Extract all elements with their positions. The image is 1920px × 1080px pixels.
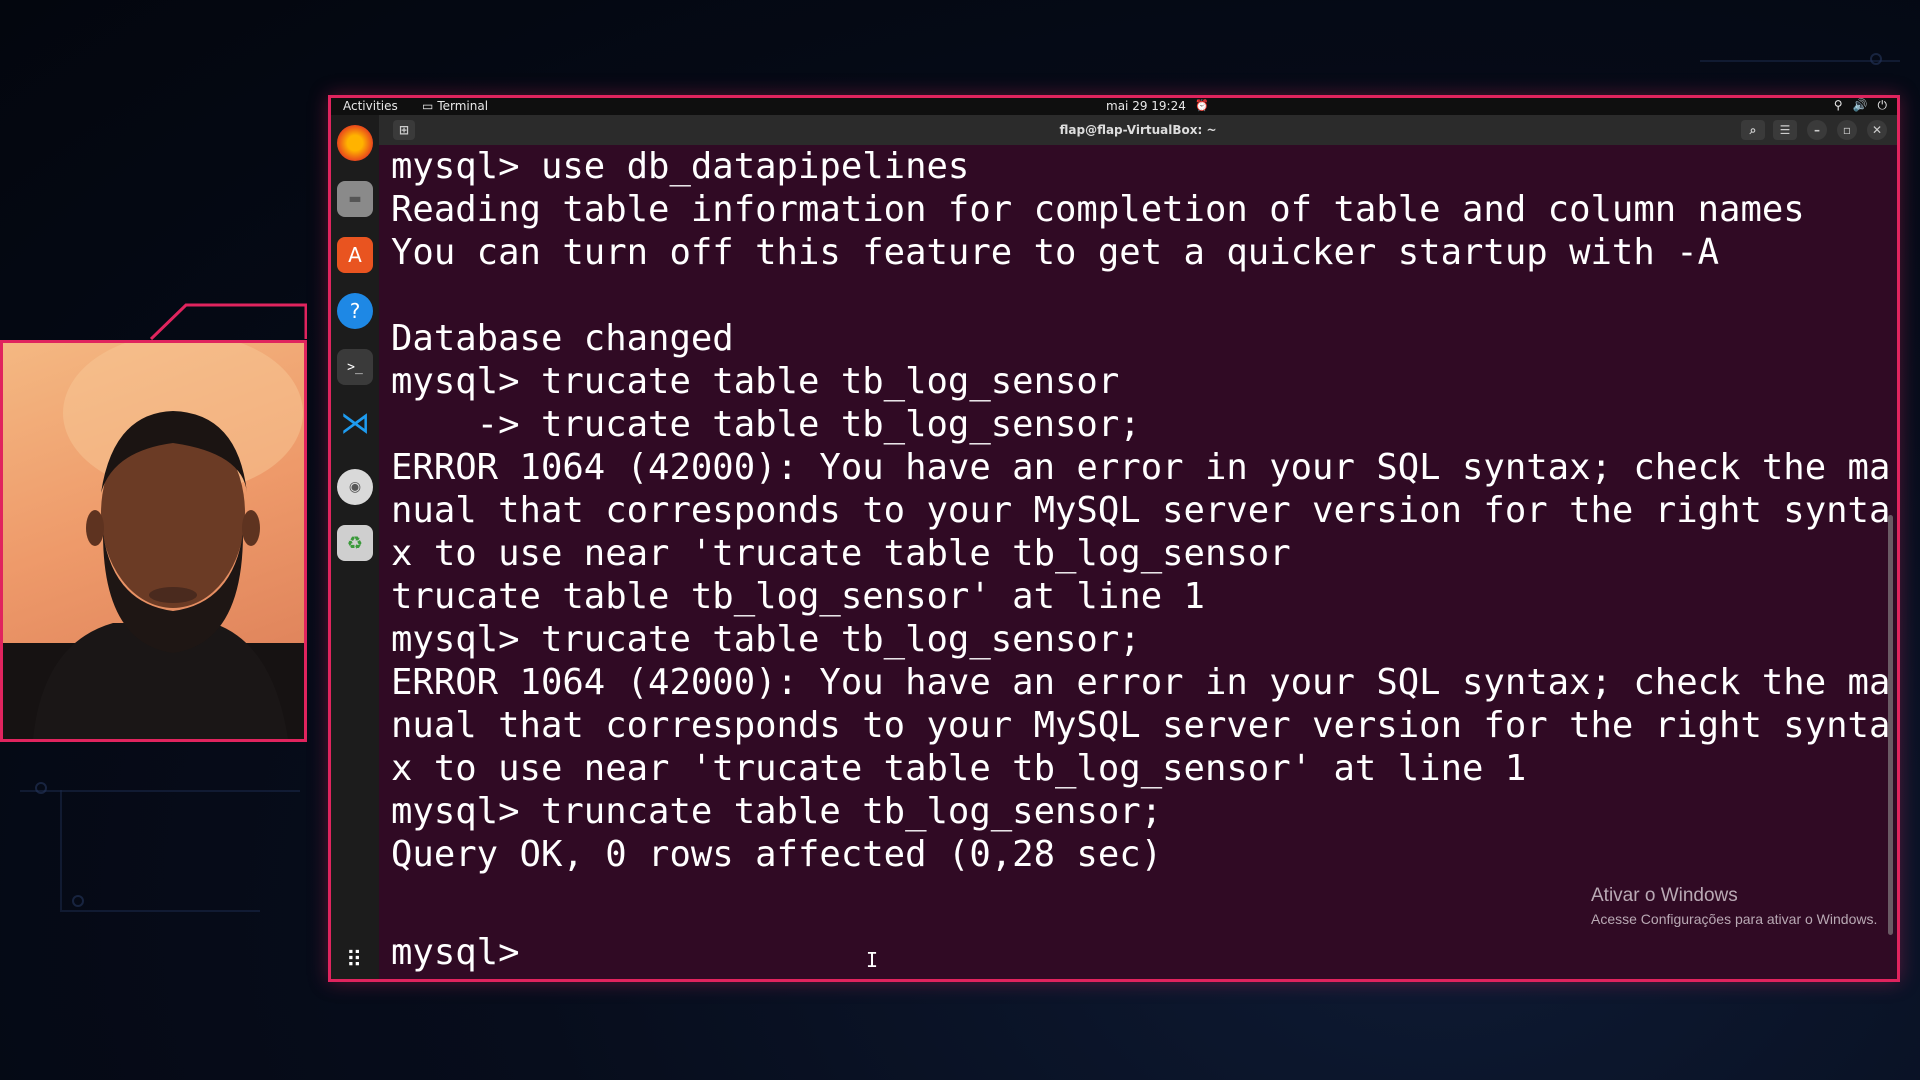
ubuntu-top-bar: Activities ▭ Terminal mai 29 19:24 ⏰ ⚲ 🔊… [331,98,1897,115]
close-icon: ✕ [1871,123,1883,137]
help-icon[interactable]: ? [337,293,373,329]
terminal-line: You can turn off this feature to get a q… [391,232,1720,273]
hamburger-icon: ☰ [1779,123,1791,137]
terminal-line: mysql> truncate table tb_log_sensor; [391,791,1163,832]
alarm-icon: ⏰ [1195,99,1209,112]
webcam-frame-tab [150,303,307,340]
terminal-line: mysql> [391,932,541,973]
minimize-button[interactable]: – [1807,120,1827,140]
presenter-silhouette [3,343,304,739]
app-menu-label: Terminal [437,99,489,113]
ubuntu-dock: ▬ A ? >_ ⋊ ◉ ♻ [331,115,379,979]
close-button[interactable]: ✕ [1867,120,1887,140]
terminal-line: nual that corresponds to your MySQL serv… [391,705,1891,746]
activities-button[interactable]: Activities [343,99,398,113]
terminal-line: -> trucate table tb_log_sensor; [391,404,1141,445]
vscode-icon[interactable]: ⋊ [337,405,373,441]
minimize-icon: – [1814,123,1820,137]
terminal-line: ERROR 1064 (42000): You have an error in… [391,447,1891,488]
terminal-line: Database changed [391,318,734,359]
bg-circuit-line [60,790,62,910]
terminal-small-icon: ▭ [422,99,434,113]
show-apps-grid-icon[interactable]: ⠿ [339,948,369,978]
terminal-output[interactable]: mysql> use db_datapipelines Reading table… [379,145,1897,979]
clock[interactable]: mai 29 19:24 [1106,99,1186,113]
power-icon[interactable]: ⏻ [1878,98,1888,113]
terminal-line: ERROR 1064 (42000): You have an error in… [391,662,1891,703]
volume-icon[interactable]: 🔊 [1853,98,1868,113]
app-menu-terminal[interactable]: ▭ Terminal [422,99,488,113]
software-icon[interactable]: A [337,237,373,273]
trash-icon[interactable]: ♻ [337,525,373,561]
terminal-line: nual that corresponds to your MySQL serv… [391,490,1891,531]
vm-window[interactable]: Activities ▭ Terminal mai 29 19:24 ⏰ ⚲ 🔊… [328,95,1900,982]
window-title: flap@flap-VirtualBox: ~ [1059,123,1217,137]
terminal-line: x to use near 'trucate table tb_log_sens… [391,748,1527,789]
terminal-line: Reading table information for completion… [391,189,1805,230]
terminal-line: mysql> trucate table tb_log_sensor [391,361,1120,402]
terminal-scrollbar[interactable] [1888,515,1893,935]
bg-circuit-dot [1870,53,1882,65]
system-tray[interactable]: ⚲ 🔊 ⏻ [1834,98,1887,113]
bg-circuit-line [20,790,300,792]
webcam-overlay [0,340,307,742]
files-icon[interactable]: ▬ [337,181,373,217]
terminal-header-bar: ⊞ flap@flap-VirtualBox: ~ ⌕ ☰ – ▫ ✕ [379,115,1897,145]
terminal-icon[interactable]: >_ [337,349,373,385]
maximize-button[interactable]: ▫ [1837,120,1857,140]
search-icon: ⌕ [1749,123,1757,137]
terminal-line: mysql> trucate table tb_log_sensor; [391,619,1141,660]
search-button[interactable]: ⌕ [1741,120,1765,140]
bg-circuit-dot [35,782,47,794]
firefox-icon[interactable] [337,125,373,161]
watermark-subtitle: Acesse Configurações para ativar o Windo… [1591,911,1878,927]
menu-button[interactable]: ☰ [1773,120,1797,140]
text-cursor-icon: I [866,948,879,972]
network-icon[interactable]: ⚲ [1834,98,1843,113]
terminal-line: mysql> use db_datapipelines [391,146,970,187]
watermark-title: Ativar o Windows [1591,885,1738,906]
terminal-line: trucate table tb_log_sensor' at line 1 [391,576,1205,617]
terminal-line: Query OK, 0 rows affected (0,28 sec) [391,834,1163,875]
maximize-icon: ▫ [1842,123,1852,137]
terminal-line: x to use near 'trucate table tb_log_sens… [391,533,1291,574]
bg-circuit-dot [72,895,84,907]
disc-icon[interactable]: ◉ [337,469,373,505]
bg-circuit-line [60,910,260,912]
windows-activation-watermark: Ativar o Windows Acesse Configurações pa… [1591,885,1877,927]
